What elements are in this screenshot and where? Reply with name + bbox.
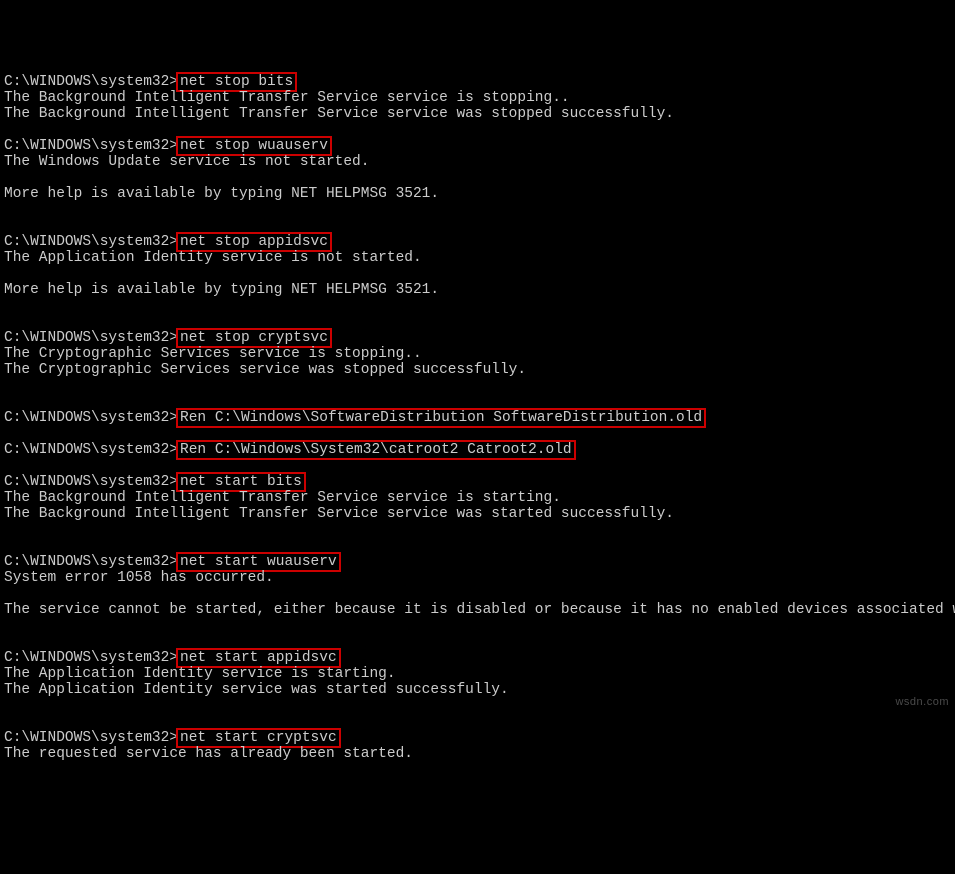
output-line: The Application Identity service is not … bbox=[4, 250, 951, 266]
prompt: C:\WINDOWS\system32> bbox=[4, 650, 178, 666]
prompt: C:\WINDOWS\system32> bbox=[4, 554, 178, 570]
command-line: C:\WINDOWS\system32>net stop wuauserv bbox=[4, 138, 951, 154]
prompt: C:\WINDOWS\system32> bbox=[4, 330, 178, 346]
output-line bbox=[4, 314, 951, 330]
command-line: C:\WINDOWS\system32>net start bits bbox=[4, 474, 951, 490]
output-line: The Application Identity service was sta… bbox=[4, 682, 951, 698]
command-line: C:\WINDOWS\system32>Ren C:\Windows\Softw… bbox=[4, 410, 951, 426]
output-line bbox=[4, 202, 951, 218]
prompt: C:\WINDOWS\system32> bbox=[4, 442, 178, 458]
watermark-text: wsdn.com bbox=[895, 694, 949, 710]
output-line: The Background Intelligent Transfer Serv… bbox=[4, 106, 951, 122]
command-line: C:\WINDOWS\system32>Ren C:\Windows\Syste… bbox=[4, 442, 951, 458]
output-line: The service cannot be started, either be… bbox=[4, 602, 951, 618]
command-text: Ren C:\Windows\System32\catroot2 Catroot… bbox=[176, 440, 576, 460]
command-text: net stop bits bbox=[176, 72, 297, 92]
output-line: The Cryptographic Services service is st… bbox=[4, 346, 951, 362]
prompt: C:\WINDOWS\system32> bbox=[4, 730, 178, 746]
prompt: C:\WINDOWS\system32> bbox=[4, 410, 178, 426]
output-line bbox=[4, 218, 951, 234]
output-line: The Background Intelligent Transfer Serv… bbox=[4, 90, 951, 106]
output-line: More help is available by typing NET HEL… bbox=[4, 186, 951, 202]
output-line: The Background Intelligent Transfer Serv… bbox=[4, 490, 951, 506]
command-text: net start cryptsvc bbox=[176, 728, 341, 748]
output-line: System error 1058 has occurred. bbox=[4, 570, 951, 586]
output-line bbox=[4, 634, 951, 650]
output-line bbox=[4, 458, 951, 474]
prompt: C:\WINDOWS\system32> bbox=[4, 474, 178, 490]
output-line: The Background Intelligent Transfer Serv… bbox=[4, 506, 951, 522]
command-line: C:\WINDOWS\system32>net start wuauserv bbox=[4, 554, 951, 570]
output-line bbox=[4, 538, 951, 554]
output-line: The Application Identity service is star… bbox=[4, 666, 951, 682]
output-line bbox=[4, 122, 951, 138]
output-line bbox=[4, 266, 951, 282]
command-line: C:\WINDOWS\system32>net start cryptsvc bbox=[4, 730, 951, 746]
command-text: net stop wuauserv bbox=[176, 136, 332, 156]
output-line: The Windows Update service is not starte… bbox=[4, 154, 951, 170]
command-text: net stop appidsvc bbox=[176, 232, 332, 252]
output-line bbox=[4, 522, 951, 538]
output-line bbox=[4, 618, 951, 634]
output-line: The requested service has already been s… bbox=[4, 746, 951, 762]
command-text: Ren C:\Windows\SoftwareDistribution Soft… bbox=[176, 408, 706, 428]
command-line: C:\WINDOWS\system32>net stop bits bbox=[4, 74, 951, 90]
output-line: The Cryptographic Services service was s… bbox=[4, 362, 951, 378]
command-line: C:\WINDOWS\system32>net stop cryptsvc bbox=[4, 330, 951, 346]
command-line: C:\WINDOWS\system32>net start appidsvc bbox=[4, 650, 951, 666]
prompt: C:\WINDOWS\system32> bbox=[4, 74, 178, 90]
output-line bbox=[4, 586, 951, 602]
terminal-output[interactable]: C:\WINDOWS\system32>net stop bitsThe Bac… bbox=[4, 74, 951, 762]
command-text: net start appidsvc bbox=[176, 648, 341, 668]
command-text: net start bits bbox=[176, 472, 306, 492]
command-text: net stop cryptsvc bbox=[176, 328, 332, 348]
output-line: More help is available by typing NET HEL… bbox=[4, 282, 951, 298]
output-line bbox=[4, 378, 951, 394]
output-line bbox=[4, 714, 951, 730]
prompt: C:\WINDOWS\system32> bbox=[4, 234, 178, 250]
output-line bbox=[4, 298, 951, 314]
command-line: C:\WINDOWS\system32>net stop appidsvc bbox=[4, 234, 951, 250]
command-text: net start wuauserv bbox=[176, 552, 341, 572]
output-line bbox=[4, 170, 951, 186]
output-line bbox=[4, 698, 951, 714]
prompt: C:\WINDOWS\system32> bbox=[4, 138, 178, 154]
